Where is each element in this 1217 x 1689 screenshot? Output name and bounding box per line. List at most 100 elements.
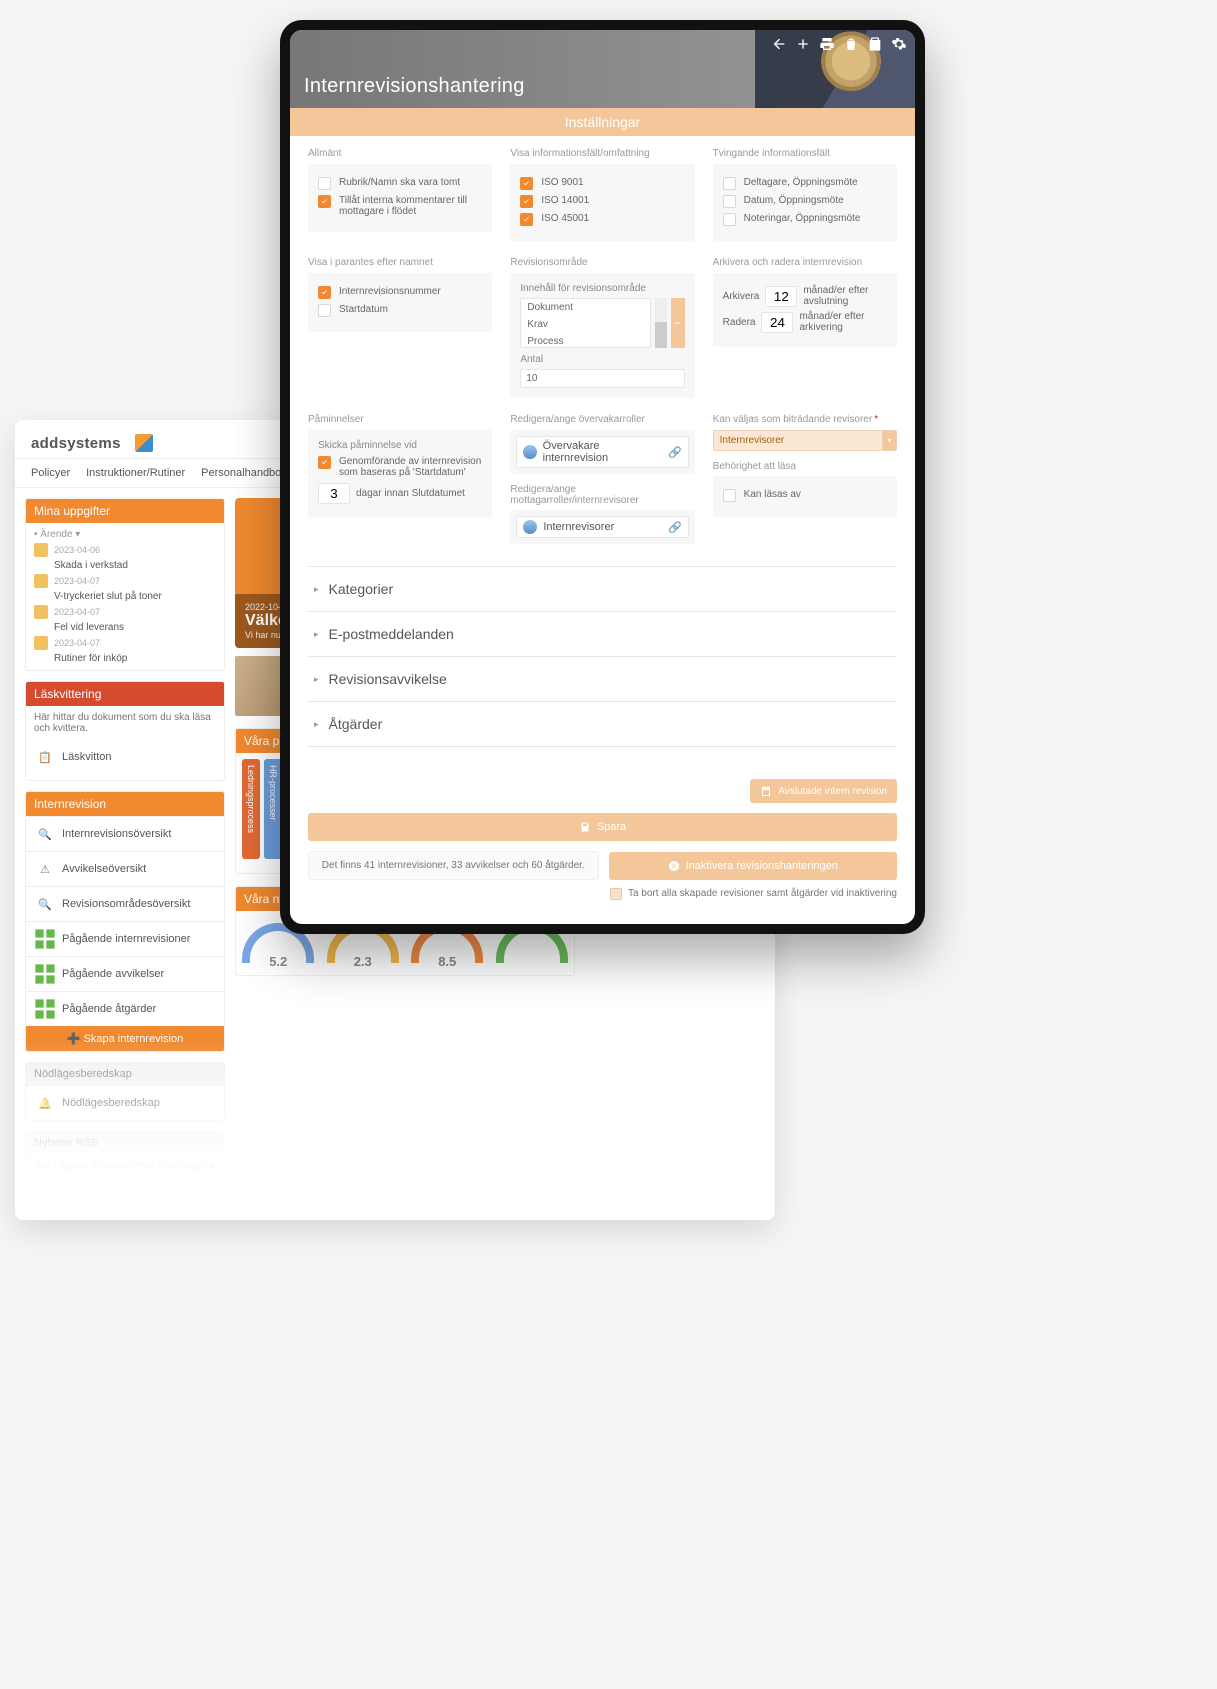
task-row[interactable]: 2023-04-07	[34, 571, 216, 591]
link-icon[interactable]: 🔗	[668, 446, 682, 459]
back-icon[interactable]	[771, 36, 787, 52]
gear-icon[interactable]	[891, 36, 907, 52]
deactivate-button[interactable]: Inaktivera revisionshanteringen	[609, 852, 898, 880]
scrollbar[interactable]	[655, 322, 667, 348]
calendar-icon	[760, 785, 772, 797]
checkbox-icon[interactable]	[723, 213, 736, 226]
chk-kan-lasas-av[interactable]: Kan läsas av	[723, 489, 887, 502]
checkbox-icon[interactable]	[318, 304, 331, 317]
nav-avvikelse[interactable]: ⚠Avvikelseöversikt	[26, 851, 224, 886]
role-label: Övervakare internrevision	[543, 440, 662, 464]
nav-pagaende-atg[interactable]: Pågående åtgärder	[26, 991, 224, 1026]
task-date: 2023-04-06	[54, 545, 100, 555]
create-internrevision-button[interactable]: ➕ Skapa internrevision	[26, 1026, 224, 1051]
days-input[interactable]	[318, 483, 350, 504]
create-label: Skapa internrevision	[84, 1033, 184, 1045]
task-row[interactable]: 2023-04-07	[34, 602, 216, 622]
add-icon[interactable]	[795, 36, 811, 52]
nodlage-link[interactable]: 🔔Nödlägesberedskap	[26, 1085, 224, 1120]
task-icon	[34, 574, 48, 588]
antal-input[interactable]	[520, 369, 684, 388]
checkbox-icon[interactable]	[520, 195, 533, 208]
section-arkiv-label: Arkivera och radera internrevision	[713, 257, 863, 268]
acc-kategorier[interactable]: ▸Kategorier	[308, 567, 897, 612]
search-doc-icon: 🔍	[34, 823, 56, 845]
task-row[interactable]: 2023-04-06	[34, 540, 216, 560]
print-icon[interactable]	[819, 36, 835, 52]
acc-epost[interactable]: ▸E-postmeddelanden	[308, 612, 897, 657]
process-lane-1[interactable]: Ledningsprocess	[242, 759, 260, 859]
chk-rubrik-tomt[interactable]: Rubrik/Namn ska vara tomt	[318, 177, 482, 190]
checkbox-icon[interactable]	[610, 888, 622, 900]
chk-iso14001[interactable]: ISO 14001	[520, 195, 684, 208]
section-bitradande-label: Kan väljas som biträdande revisorer*	[713, 414, 878, 425]
acc-label: Kategorier	[329, 581, 394, 597]
nav-pagaende-rev[interactable]: Pågående internrevisioner	[26, 921, 224, 956]
acc-label: Åtgärder	[329, 716, 383, 732]
page-title: Internrevisionshantering	[304, 75, 525, 98]
acc-revisionsavvikelse[interactable]: ▸Revisionsavvikelse	[308, 657, 897, 702]
clipboard-icon[interactable]	[867, 36, 883, 52]
nav-revomrade[interactable]: 🔍Revisionsområdesöversikt	[26, 886, 224, 921]
avslutade-label: Avslutade intern revision	[778, 786, 887, 797]
caret-right-icon: ▸	[314, 629, 319, 640]
bitradande-select[interactable]: Internrevisorer ▾	[713, 430, 897, 451]
bell-icon: 🔔	[34, 1092, 56, 1114]
chk-label: Tillåt interna kommentarer till mottagar…	[339, 195, 482, 217]
trash-icon[interactable]	[843, 36, 859, 52]
chk-revnummer[interactable]: Internrevisionsnummer	[318, 286, 482, 299]
checkbox-icon[interactable]	[318, 286, 331, 299]
radera-suffix: månad/er efter arkivering	[799, 311, 887, 333]
chk-iso9001[interactable]: ISO 9001	[520, 177, 684, 190]
tab-personalhandbok[interactable]: Personalhandbok	[201, 467, 287, 479]
arkivera-row: Arkivera månad/er efter avslutning	[723, 285, 887, 307]
checkbox-icon[interactable]	[318, 177, 331, 190]
chk-deltagare[interactable]: Deltagare, Öppningsmöte	[723, 177, 887, 190]
chk-startdatum[interactable]: Startdatum	[318, 304, 482, 317]
chk-noteringar[interactable]: Noteringar, Öppningsmöte	[723, 213, 887, 226]
nyheter-headline[interactable]: Tre pågare häktade efter bombrazzia	[26, 1154, 224, 1178]
checkbox-icon[interactable]	[520, 213, 533, 226]
laskvitton-link[interactable]: 📋 Läskvitton	[34, 740, 216, 774]
revomrade-listbox[interactable]: Dokument Krav Process Revisionsområde	[520, 298, 650, 348]
task-date: 2023-04-07	[54, 607, 100, 617]
checkbox-icon[interactable]	[723, 195, 736, 208]
tab-instruktioner[interactable]: Instruktioner/Rutiner	[86, 467, 185, 479]
chk-label: ISO 14001	[541, 195, 589, 206]
delete-all-row[interactable]: Ta bort alla skapade revisioner samt åtg…	[308, 888, 897, 900]
select-value: Internrevisorer	[713, 430, 883, 451]
list-option[interactable]: Dokument	[521, 299, 649, 316]
checkbox-icon[interactable]	[318, 456, 331, 469]
section-revomrade-label: Revisionsområde	[510, 257, 587, 268]
radera-input[interactable]	[761, 312, 793, 333]
checkbox-icon[interactable]	[723, 177, 736, 190]
mottagare-role[interactable]: Internrevisorer 🔗	[516, 516, 688, 538]
nav-oversikt[interactable]: 🔍Internrevisionsöversikt	[26, 816, 224, 851]
uppgifter-filter[interactable]: Ärende	[40, 529, 72, 540]
checkbox-icon[interactable]	[723, 489, 736, 502]
chevron-down-icon[interactable]: ▾	[883, 430, 897, 451]
chk-label: ISO 9001	[541, 177, 583, 188]
arkivera-input[interactable]	[765, 286, 797, 307]
list-option[interactable]: Krav	[521, 316, 649, 333]
chk-iso45001[interactable]: ISO 45001	[520, 213, 684, 226]
chk-datum[interactable]: Datum, Öppningsmöte	[723, 195, 887, 208]
checkbox-icon[interactable]	[318, 195, 331, 208]
page-subtitle: Inställningar	[290, 108, 915, 136]
avslutade-button[interactable]: Avslutade intern revision	[750, 779, 897, 803]
chk-genomforande[interactable]: Genomförande av internrevision som baser…	[318, 456, 482, 478]
chk-label: Noteringar, Öppningsmöte	[744, 213, 861, 224]
tab-policyer[interactable]: Policyer	[31, 467, 70, 479]
checkbox-icon[interactable]	[520, 177, 533, 190]
save-button[interactable]: Spara	[308, 813, 897, 841]
nav-pagaende-avv[interactable]: Pågående avvikelser	[26, 956, 224, 991]
overvakare-role[interactable]: Övervakare internrevision 🔗	[516, 436, 688, 468]
link-icon[interactable]: 🔗	[668, 521, 682, 534]
list-option[interactable]: Process	[521, 333, 649, 348]
chk-tillat-kommentarer[interactable]: Tillåt interna kommentarer till mottagar…	[318, 195, 482, 217]
section-tvingande-label: Tvingande informationsfält	[713, 148, 830, 159]
laskvittering-desc: Här hittar du dokument som du ska läsa o…	[34, 712, 216, 734]
remove-option-button[interactable]: −	[671, 298, 685, 348]
task-row[interactable]: 2023-04-07	[34, 633, 216, 653]
acc-atgarder[interactable]: ▸Åtgärder	[308, 702, 897, 747]
